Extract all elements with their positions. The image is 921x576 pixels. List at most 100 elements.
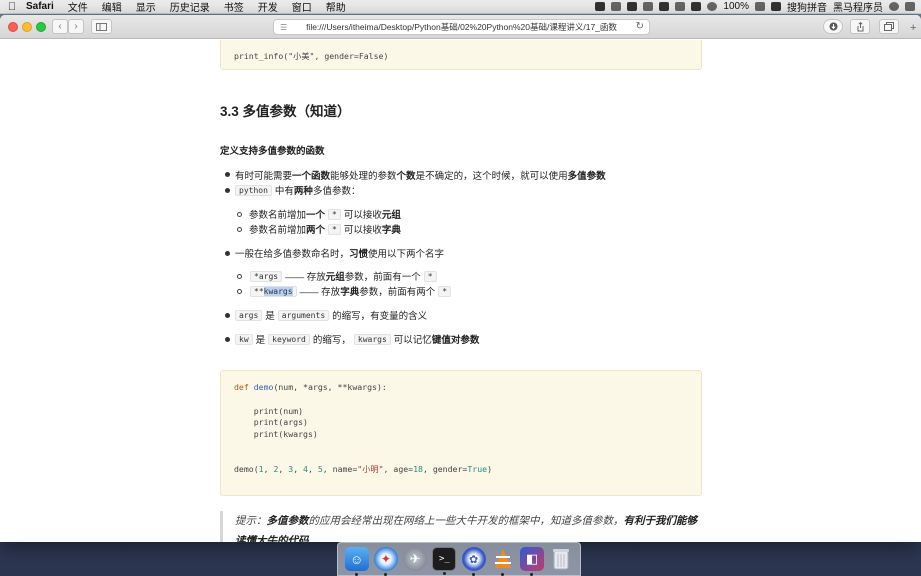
menu-develop[interactable]: 开发: [251, 0, 285, 14]
safari-window: ‹ › ☰ file:///Users/itheima/Desktop/Pyth…: [0, 15, 921, 542]
download-icon: [829, 22, 837, 31]
input-method-icon[interactable]: [771, 2, 781, 11]
user-name[interactable]: 黑马程序员: [833, 0, 883, 14]
code-block: def demo(num, *args, **kwargs): print(nu…: [220, 370, 702, 496]
tip-blockquote: 提示：多值参数的应用会经常出现在网络上一些大牛开发的框架中，知道多值参数，有利于…: [220, 511, 702, 542]
sub-list-item: 参数名前增加 两个 * 可以接收 字典: [249, 222, 401, 236]
sidebar-button[interactable]: [91, 19, 112, 34]
app-icon[interactable]: ✿: [461, 547, 486, 576]
menu-app-name[interactable]: Safari: [24, 1, 61, 12]
bold-text: 两个: [306, 225, 326, 236]
text: —— 存放: [299, 287, 341, 298]
zoom-window-button[interactable]: [36, 22, 46, 32]
input-method-label[interactable]: 搜狗拼音: [787, 0, 827, 14]
forward-button[interactable]: ›: [68, 19, 84, 34]
text: 使用以下两个名字: [368, 249, 445, 260]
text: 是: [255, 335, 266, 346]
finder-icon[interactable]: ☺: [344, 547, 369, 576]
code-number: 3: [288, 464, 294, 474]
text: 可以记忆: [393, 335, 432, 346]
menu-history[interactable]: 历史记录: [163, 0, 217, 14]
inline-code: kw: [235, 333, 253, 345]
text: 提示：: [235, 515, 267, 527]
menu-window[interactable]: 窗口: [285, 0, 319, 14]
inline-code: *: [438, 285, 452, 297]
sub-bullet: [237, 274, 242, 279]
tabs-icon: [884, 22, 894, 31]
menu-view[interactable]: 显示: [129, 0, 163, 14]
bold-text: 键值对参数: [431, 335, 480, 346]
inline-code-kwargs[interactable]: **kwargs: [250, 285, 297, 297]
spotlight-icon[interactable]: [889, 2, 899, 11]
code-function: demo: [253, 382, 274, 392]
menu-edit[interactable]: 编辑: [95, 0, 129, 14]
menu-bar:  Safari 文件 编辑 显示 历史记录 书签 开发 窗口 帮助 100% …: [0, 0, 921, 14]
inline-code: kwargs: [353, 333, 391, 345]
apple-menu-icon[interactable]: : [0, 1, 24, 13]
text: 参数名前增加: [249, 225, 307, 236]
reload-icon[interactable]: ↻: [636, 21, 644, 32]
trash-icon[interactable]: [549, 547, 573, 571]
code-number: 2: [273, 464, 279, 474]
bold-text: 多值参数: [266, 515, 309, 527]
minimize-window-button[interactable]: [22, 22, 32, 32]
bold-text: 习惯: [349, 249, 369, 260]
tray-capture-icon[interactable]: [627, 2, 638, 11]
vlc-icon[interactable]: [491, 547, 515, 576]
sub-list-item: **kwargs —— 存放 字典 参数，前面有两个 *: [247, 284, 454, 298]
sidebar-icon: [96, 22, 107, 31]
back-button[interactable]: ‹: [52, 19, 68, 34]
bold-text: 一个函数: [292, 171, 331, 182]
close-window-button[interactable]: [8, 22, 18, 32]
text: 多值参数：: [312, 186, 361, 197]
bold-text: 元组: [325, 272, 345, 283]
code-text: , gender=: [422, 464, 468, 474]
battery-percent[interactable]: 100%: [723, 1, 749, 12]
text: 参数，前面有一个: [344, 272, 421, 283]
list-item: 一般在给多值参数命名时， 习惯 使用以下两个名字: [235, 246, 444, 260]
tabs-overview-button[interactable]: [879, 19, 899, 34]
menu-file[interactable]: 文件: [61, 0, 95, 14]
address-bar[interactable]: ☰ file:///Users/itheima/Desktop/Python基础…: [273, 19, 650, 35]
tray-send-icon[interactable]: [659, 2, 670, 11]
new-tab-plus-icon[interactable]: +: [910, 22, 916, 34]
sub-list-item: *args —— 存放 元组 参数，前面有一个 *: [247, 269, 440, 283]
selected-code-text[interactable]: kwargs: [263, 286, 293, 296]
text: 一般在给多值参数命名时，: [235, 249, 350, 260]
sub-list-item: 参数名前增加 一个 * 可以接收 元组: [249, 207, 401, 221]
wifi-icon[interactable]: [707, 2, 718, 11]
share-button[interactable]: [850, 19, 870, 34]
code-keyword: def: [234, 382, 249, 392]
menu-bookmarks[interactable]: 书签: [217, 0, 251, 14]
code-boolean: True: [467, 464, 488, 474]
bold-text: 一个: [306, 210, 326, 221]
bold-text: 多值参数: [567, 171, 606, 182]
text: 能够处理的参数: [330, 171, 397, 182]
downloads-button[interactable]: [823, 19, 843, 34]
code-text: , age=: [383, 464, 414, 474]
page-content: print_info("小美", gender=False) 3.3 多值参数（…: [0, 40, 921, 542]
code-text: ): [487, 464, 492, 474]
tray-chat-icon[interactable]: [675, 2, 686, 11]
inline-code: *: [423, 270, 437, 282]
reader-list-icon[interactable]: ☰: [280, 23, 287, 32]
code-text: , name=: [322, 464, 358, 474]
menu-help[interactable]: 帮助: [319, 0, 353, 14]
text: 是不确定的，这个时候，就可以使用: [415, 171, 568, 182]
code-line: print(kwargs): [234, 429, 318, 439]
bold-text: 字典: [340, 287, 360, 298]
code-block-top: print_info("小美", gender=False): [220, 40, 702, 70]
bold-text: 元组: [381, 210, 401, 221]
launchpad-icon[interactable]: ✈: [403, 547, 428, 571]
tray-app-icon[interactable]: [595, 2, 606, 11]
tray-input-icon[interactable]: [611, 2, 622, 11]
tray-tool-icon[interactable]: [643, 2, 654, 11]
text: 是: [265, 311, 275, 322]
safari-icon[interactable]: ✦: [373, 547, 398, 576]
notification-center-icon[interactable]: [905, 2, 915, 11]
url-text: file:///Users/itheima/Desktop/Python基础/0…: [306, 22, 617, 32]
app2-icon[interactable]: ◧: [520, 547, 545, 576]
terminal-icon[interactable]: >_: [432, 547, 457, 575]
tray-display-icon[interactable]: [691, 2, 702, 11]
text: 的缩写，有变量的含义: [332, 311, 428, 322]
